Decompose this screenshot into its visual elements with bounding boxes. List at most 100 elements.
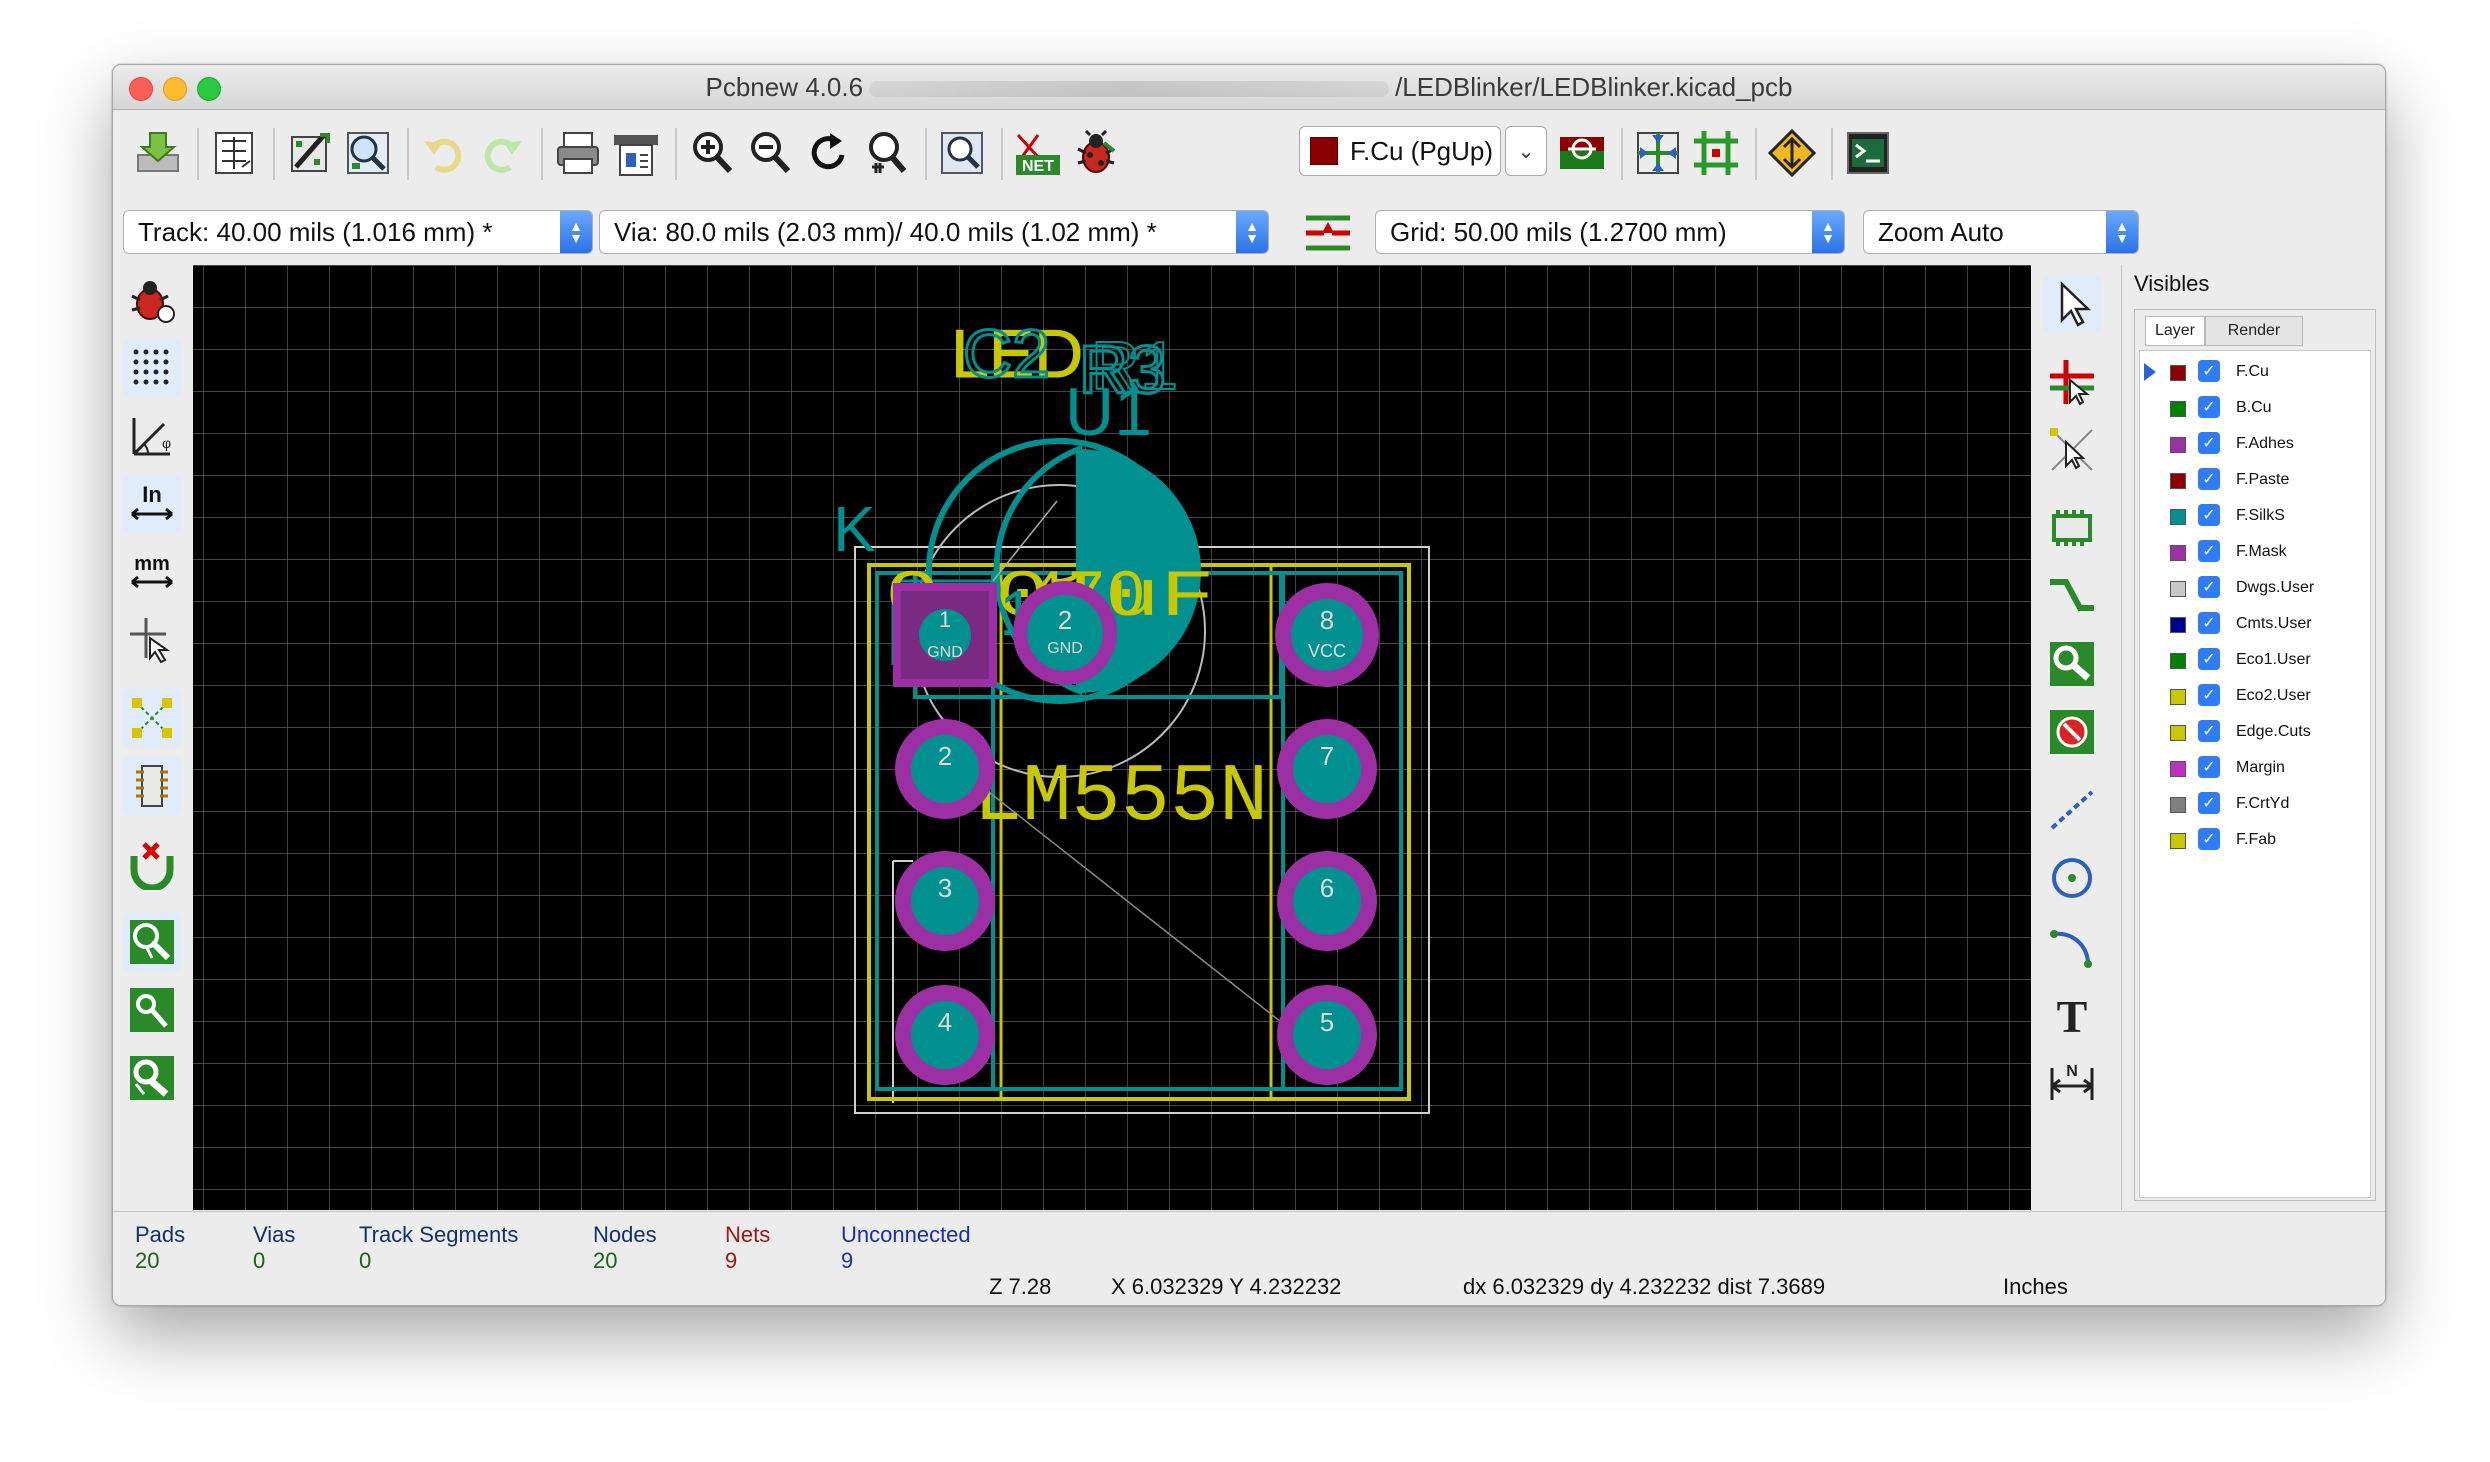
- add-dimension-icon[interactable]: N: [2043, 1053, 2101, 1111]
- vias-sketch-icon[interactable]: [123, 981, 181, 1039]
- footprint-browser-icon[interactable]: [339, 124, 397, 182]
- layer-row[interactable]: ✓ F.Cu: [2140, 355, 2370, 389]
- layer-visibility-checkbox[interactable]: ✓: [2198, 396, 2220, 418]
- layer-row[interactable]: ✓ Eco2.User: [2140, 679, 2370, 713]
- netlist-icon[interactable]: NET: [1009, 124, 1067, 182]
- ratsnest-icon[interactable]: [123, 689, 181, 747]
- keepout-zone-icon[interactable]: [2043, 703, 2101, 761]
- layer-visibility-checkbox[interactable]: ✓: [2198, 756, 2220, 778]
- track-width-select[interactable]: Track: 40.00 mils (1.016 mm) * ▲ ▼: [123, 210, 593, 254]
- add-text-icon[interactable]: T: [2043, 985, 2101, 1043]
- zoom-in-icon[interactable]: [683, 124, 741, 182]
- layer-visibility-checkbox[interactable]: ✓: [2198, 468, 2220, 490]
- layer-visibility-checkbox[interactable]: ✓: [2198, 360, 2220, 382]
- grid-toggle-icon[interactable]: [123, 339, 181, 397]
- find-icon[interactable]: [933, 124, 991, 182]
- layer-color-swatch[interactable]: [2170, 401, 2186, 417]
- layer-visibility-checkbox[interactable]: ✓: [2198, 540, 2220, 562]
- layer-color-swatch[interactable]: [2170, 653, 2186, 669]
- add-arc-icon[interactable]: [2043, 917, 2101, 975]
- add-track-icon[interactable]: [2043, 567, 2101, 625]
- layer-color-swatch[interactable]: [2170, 365, 2186, 381]
- microwave-icon[interactable]: [1687, 124, 1745, 182]
- layer-row[interactable]: ✓ Margin: [2140, 751, 2370, 785]
- pad-6[interactable]: 6: [1277, 851, 1377, 951]
- zoom-out-icon[interactable]: [741, 124, 799, 182]
- drc-markers-icon[interactable]: [123, 271, 181, 329]
- layer-row[interactable]: ✓ Dwgs.User: [2140, 571, 2370, 605]
- layer-row[interactable]: ✓ F.Adhes: [2140, 427, 2370, 461]
- tracks-sketch-icon[interactable]: [123, 1049, 181, 1107]
- layer-color-swatch[interactable]: [2170, 509, 2186, 525]
- pad-8[interactable]: 8 VCC: [1275, 583, 1379, 687]
- via-size-select[interactable]: Via: 80.0 mils (2.03 mm)/ 40.0 mils (1.0…: [599, 210, 1269, 254]
- redo-icon[interactable]: [473, 124, 531, 182]
- undo-icon[interactable]: [415, 124, 473, 182]
- layer-dropdown-button[interactable]: ⌄: [1505, 126, 1547, 176]
- layer-row[interactable]: ✓ Edge.Cuts: [2140, 715, 2370, 749]
- layer-color-swatch[interactable]: [2170, 761, 2186, 777]
- layer-visibility-checkbox[interactable]: ✓: [2198, 648, 2220, 670]
- inch-units-icon[interactable]: In: [123, 475, 181, 533]
- layer-row[interactable]: ✓ Eco1.User: [2140, 643, 2370, 677]
- plot-icon[interactable]: [607, 124, 665, 182]
- layer-pair-icon[interactable]: [1553, 124, 1611, 182]
- layer-color-swatch[interactable]: [2170, 689, 2186, 705]
- add-zone-icon[interactable]: [2043, 635, 2101, 693]
- cursor-shape-icon[interactable]: [123, 611, 181, 669]
- layer-visibility-checkbox[interactable]: ✓: [2198, 432, 2220, 454]
- save-board-icon[interactable]: [129, 124, 187, 182]
- add-line-icon[interactable]: [2043, 781, 2101, 839]
- polar-coordinates-icon[interactable]: φ: [123, 407, 181, 465]
- layer-row[interactable]: ✓ F.SilkS: [2140, 499, 2370, 533]
- grid-select[interactable]: Grid: 50.00 mils (1.2700 mm) ▲ ▼: [1375, 210, 1845, 254]
- layer-visibility-checkbox[interactable]: ✓: [2198, 792, 2220, 814]
- active-layer-select[interactable]: F.Cu (PgUp): [1299, 126, 1501, 176]
- show-pcb-icon[interactable]: [1763, 124, 1821, 182]
- print-icon[interactable]: [549, 124, 607, 182]
- select-arrow-icon[interactable]: [2043, 275, 2101, 333]
- highlight-net-icon[interactable]: [2043, 353, 2101, 411]
- layer-color-swatch[interactable]: [2170, 617, 2186, 633]
- add-circle-icon[interactable]: [2043, 849, 2101, 907]
- drc-icon[interactable]: [1067, 124, 1125, 182]
- pad-4[interactable]: 4: [895, 985, 995, 1085]
- layer-row[interactable]: ✓ F.Fab: [2140, 823, 2370, 857]
- pad-2[interactable]: 2: [895, 719, 995, 819]
- tab-layer[interactable]: Layer: [2145, 316, 2205, 346]
- layer-visibility-checkbox[interactable]: ✓: [2198, 576, 2220, 598]
- layer-color-swatch[interactable]: [2170, 797, 2186, 813]
- layer-row[interactable]: ✓ F.Paste: [2140, 463, 2370, 497]
- layer-row[interactable]: ✓ F.CrtYd: [2140, 787, 2370, 821]
- pad-1-square[interactable]: 1 GND: [893, 583, 997, 687]
- zoom-fit-icon[interactable]: [857, 124, 915, 182]
- module-ratsnest-icon[interactable]: [123, 757, 181, 815]
- redraw-icon[interactable]: [799, 124, 857, 182]
- page-settings-icon[interactable]: [205, 124, 263, 182]
- layer-color-swatch[interactable]: [2170, 473, 2186, 489]
- local-ratsnest-icon[interactable]: [2043, 421, 2101, 479]
- layer-visibility-checkbox[interactable]: ✓: [2198, 612, 2220, 634]
- pad-3[interactable]: 3: [895, 851, 995, 951]
- layer-color-swatch[interactable]: [2170, 581, 2186, 597]
- pad-5[interactable]: 5: [1277, 985, 1377, 1085]
- layer-visibility-checkbox[interactable]: ✓: [2198, 504, 2220, 526]
- layer-row[interactable]: ✓ F.Mask: [2140, 535, 2370, 569]
- layer-row[interactable]: ✓ B.Cu: [2140, 391, 2370, 425]
- scripting-console-icon[interactable]: [1839, 124, 1897, 182]
- layer-color-swatch[interactable]: [2170, 437, 2186, 453]
- tab-render[interactable]: Render: [2205, 316, 2303, 346]
- module-editor-icon[interactable]: [281, 124, 339, 182]
- mm-units-icon[interactable]: mm: [123, 543, 181, 601]
- autoroute-icon[interactable]: [1629, 124, 1687, 182]
- layer-visibility-checkbox[interactable]: ✓: [2198, 828, 2220, 850]
- add-footprint-icon[interactable]: [2043, 499, 2101, 557]
- layer-color-swatch[interactable]: [2170, 833, 2186, 849]
- led-pad-2[interactable]: 2 GND: [1013, 581, 1117, 685]
- layer-color-swatch[interactable]: [2170, 545, 2186, 561]
- auto-track-width-icon[interactable]: [1299, 208, 1357, 258]
- pcb-canvas[interactable]: LED C2 R3 R1 U1 K 0.01uF 470 U1 LM555N 1…: [193, 265, 2031, 1210]
- layer-row[interactable]: ✓ Cmts.User: [2140, 607, 2370, 641]
- pads-sketch-icon[interactable]: [123, 913, 181, 971]
- pad-7[interactable]: 7: [1277, 719, 1377, 819]
